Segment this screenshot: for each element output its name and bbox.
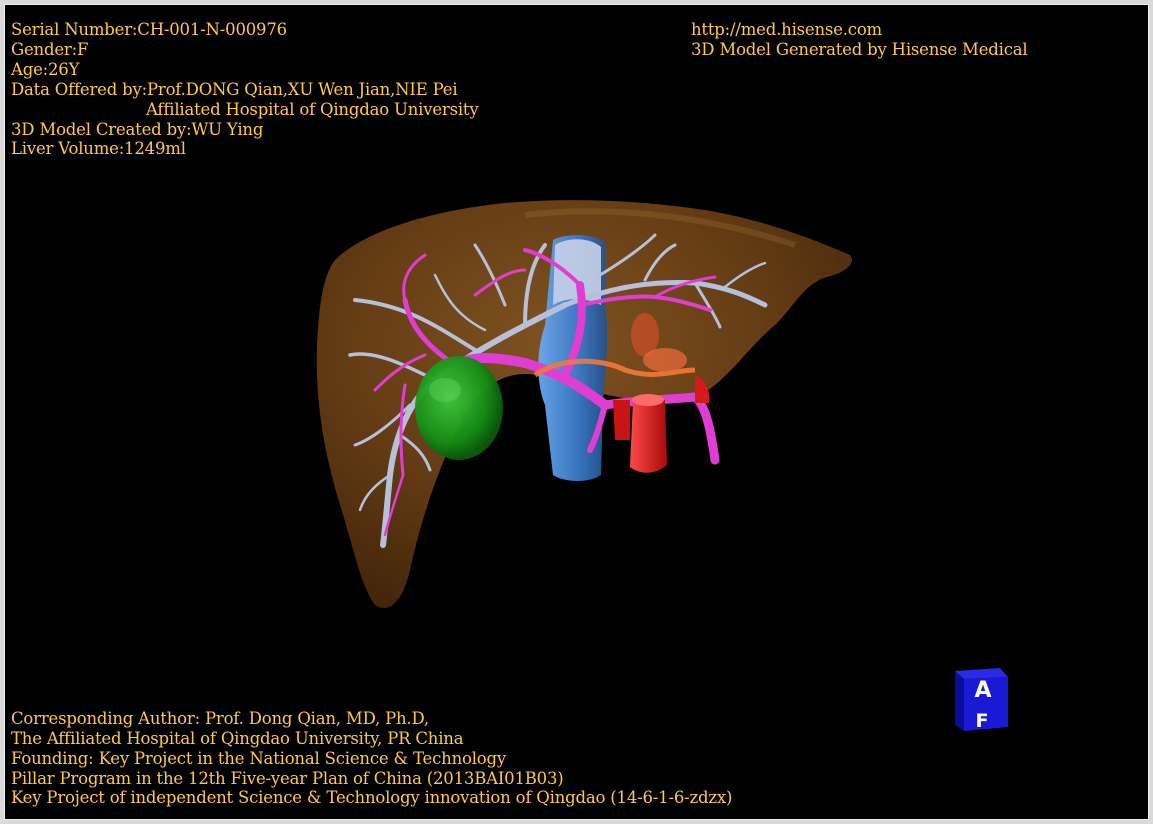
orientation-cube-letter-a: A (974, 678, 991, 703)
footer-author: Corresponding Author: Prof. Dong Qian, M… (11, 709, 429, 728)
orientation-cube[interactable]: A F (950, 663, 1012, 733)
gallbladder (415, 356, 503, 460)
footer-affiliation: The Affiliated Hospital of Qingdao Unive… (11, 729, 464, 748)
footer-qingdao-project: Key Project of independent Science & Tec… (11, 788, 733, 807)
orientation-cube-side-face (955, 671, 964, 731)
footer-pillar-program: Pillar Program in the 12th Five-year Pla… (11, 769, 564, 788)
orientation-cube-letter-f: F (976, 710, 989, 732)
footer-founding: Founding: Key Project in the National Sc… (11, 749, 507, 768)
render-viewport[interactable]: Serial Number:CH-001-N-000976 Gender:F A… (4, 4, 1149, 820)
